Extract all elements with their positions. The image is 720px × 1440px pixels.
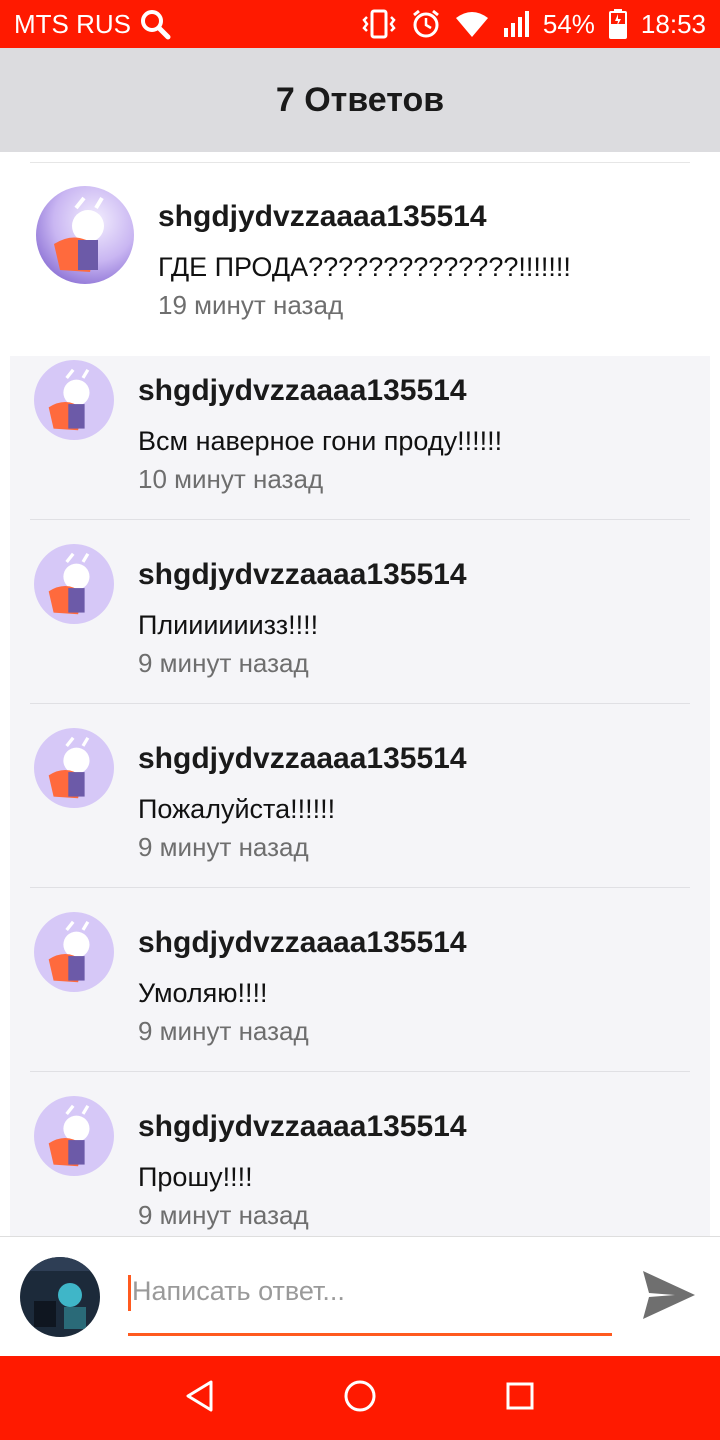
clock-label: 18:53 [640,8,706,39]
carrier-label: MTS RUS [14,8,131,39]
wifi-icon [455,10,489,38]
comment-time: 19 минут назад [158,290,344,320]
reply-author[interactable]: shgdjydvzzaaaa135514 [138,926,467,960]
alarm-icon [411,9,441,39]
home-button[interactable] [330,1368,390,1428]
avatar[interactable] [34,912,114,992]
reply-item: shgdjydvzzaaaa135514 Прошу!!!! 9 минут н… [10,1072,710,1236]
send-icon [641,1269,697,1326]
reply-time: 9 минут назад [138,1200,309,1230]
comment-author[interactable]: shgdjydvzzaaaa135514 [158,200,487,234]
recents-icon [505,1381,535,1416]
back-button[interactable] [170,1368,230,1428]
header: 7 Ответов [0,48,720,152]
reply-composer [0,1236,720,1356]
input-underline [128,1333,612,1336]
reply-text: Прошу!!!! [138,1162,253,1192]
main-comment: shgdjydvzzaaaa135514 ГДЕ ПРОДА??????????… [0,152,720,356]
search-icon [139,8,171,40]
system-navigation-bar [0,1356,720,1440]
reply-text: Пожалуйста!!!!!! [138,794,336,824]
reply-item: shgdjydvzzaaaa135514 Пожалуйста!!!!!! 9 … [10,704,710,888]
battery-icon [608,9,627,39]
page-title: 7 Ответов [275,80,445,119]
avatar[interactable] [34,360,114,440]
battery-label: 54% [542,8,595,39]
recents-button[interactable] [490,1368,550,1428]
reply-time: 9 минут назад [138,648,309,678]
reply-time: 9 минут назад [138,832,309,862]
reply-author[interactable]: shgdjydvzzaaaa135514 [138,1110,467,1144]
reply-item: shgdjydvzzaaaa135514 Умоляю!!!! 9 минут … [10,888,710,1072]
send-button[interactable] [638,1267,700,1327]
avatar[interactable] [34,728,114,808]
reply-author[interactable]: shgdjydvzzaaaa135514 [138,558,467,592]
comments-list[interactable]: shgdjydvzzaaaa135514 ГДЕ ПРОДА??????????… [0,152,720,1236]
reply-time: 10 минут назад [138,464,324,494]
avatar[interactable] [34,1096,114,1176]
reply-author[interactable]: shgdjydvzzaaaa135514 [138,742,467,776]
reply-input[interactable] [128,1267,612,1315]
reply-text: Всм наверное гони проду!!!!!! [138,426,503,456]
reply-text: Плиииииизз!!!! [138,610,319,640]
vibrate-icon [361,9,397,39]
reply-author[interactable]: shgdjydvzzaaaa135514 [138,374,467,408]
avatar[interactable] [34,544,114,624]
reply-text: Умоляю!!!! [138,978,268,1008]
text-cursor [128,1275,131,1311]
replies-section: shgdjydvzzaaaa135514 Всм наверное гони п… [10,356,710,1236]
comment-text: ГДЕ ПРОДА??????????????!!!!!!! [158,252,571,282]
home-icon [343,1379,377,1418]
status-bar: MTS RUS 54% 18:53 [0,0,720,48]
current-user-avatar[interactable] [20,1257,100,1337]
reply-item: shgdjydvzzaaaa135514 Всм наверное гони п… [10,356,710,540]
signal-icon [503,10,529,38]
avatar[interactable] [36,186,134,284]
back-icon [185,1380,215,1417]
reply-time: 9 минут назад [138,1016,309,1046]
reply-item: shgdjydvzzaaaa135514 Плиииииизз!!!! 9 ми… [10,520,710,704]
